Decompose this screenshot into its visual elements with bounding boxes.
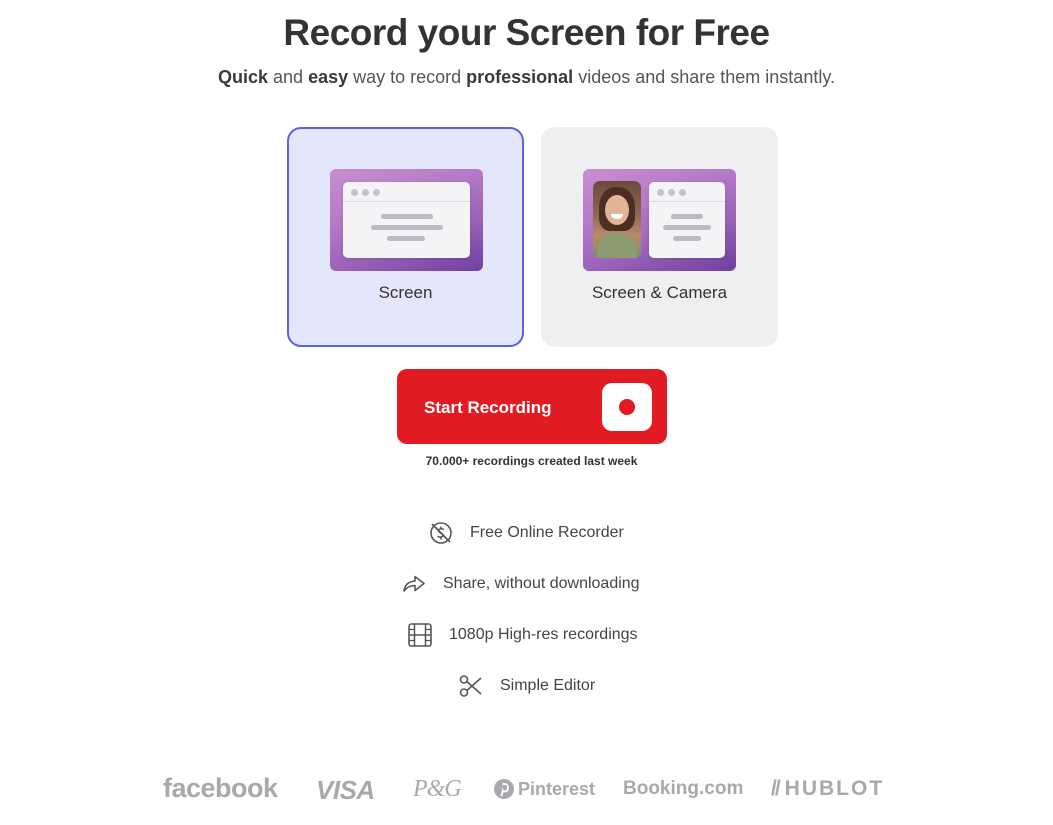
mode-card-label: Screen <box>378 283 433 302</box>
feature-item: Free Online Recorder <box>428 519 624 547</box>
text-line-shape <box>663 225 711 230</box>
feature-item: 1080p High-res recordings <box>407 621 638 649</box>
window-dot-icon <box>373 189 380 196</box>
pinterest-icon <box>494 779 514 799</box>
text-line-shape <box>673 236 701 241</box>
logo-visa: VISA <box>316 775 375 805</box>
subtitle-bold-professional: professional <box>466 67 574 87</box>
subtitle-bold-easy: easy <box>308 67 349 87</box>
window-dot-icon <box>679 189 686 196</box>
logo-pinterest: Pinterest <box>493 778 595 800</box>
feature-label: 1080p High-res recordings <box>449 626 638 643</box>
subtitle-bold-quick: Quick <box>217 67 269 87</box>
mode-card-screen-camera[interactable]: Screen & Camera <box>541 127 778 347</box>
text-line-shape <box>381 214 433 219</box>
window-dot-icon <box>362 189 369 196</box>
window-dot-icon <box>351 189 358 196</box>
record-icon <box>602 383 652 431</box>
logo-hublot: // HUBLOT <box>771 777 884 801</box>
window-illustration <box>343 182 470 258</box>
text-line-shape <box>387 236 425 241</box>
text-line-shape <box>671 214 703 219</box>
feature-label: Free Online Recorder <box>470 524 624 541</box>
text-line-shape <box>371 225 443 230</box>
start-recording-label: Start Recording <box>424 398 552 417</box>
screen-camera-illustration <box>583 169 736 271</box>
webcam-face-illustration <box>593 181 641 258</box>
hublot-mark-icon: // <box>771 777 781 800</box>
pinterest-text: Pinterest <box>518 778 596 799</box>
feature-label: Simple Editor <box>500 677 596 694</box>
subtitle-text-3: videos and share them instantly. <box>573 67 835 87</box>
window-dot-icon <box>668 189 675 196</box>
film-icon <box>408 623 432 647</box>
feature-item: Share, without downloading <box>401 570 640 598</box>
window-illustration <box>649 182 725 258</box>
feature-label: Share, without downloading <box>443 575 640 592</box>
feature-item: Simple Editor <box>458 672 595 700</box>
logo-facebook: facebook <box>163 773 278 803</box>
window-dot-icon <box>657 189 664 196</box>
share-arrow-icon <box>403 575 425 592</box>
start-recording-button[interactable]: Start Recording <box>397 369 667 444</box>
page-subtitle: Quick and easy way to record professiona… <box>0 67 1053 88</box>
logo-booking: Booking.com <box>623 778 744 799</box>
page-title: Record your Screen for Free <box>283 12 770 53</box>
subtitle-text-1: and <box>268 67 309 87</box>
window-titlebar <box>649 182 725 202</box>
recordings-stat: 70.000+ recordings created last week <box>425 454 638 468</box>
free-dollar-icon <box>430 522 452 544</box>
scissors-icon <box>459 675 482 697</box>
subtitle-text-2: way to record <box>348 67 467 87</box>
window-titlebar <box>343 182 470 202</box>
mode-card-screen[interactable]: Screen <box>287 127 524 347</box>
screen-illustration <box>330 169 483 271</box>
hublot-text: HUBLOT <box>784 777 885 800</box>
logo-pg: P&G <box>413 776 462 802</box>
mode-card-label: Screen & Camera <box>591 283 728 302</box>
